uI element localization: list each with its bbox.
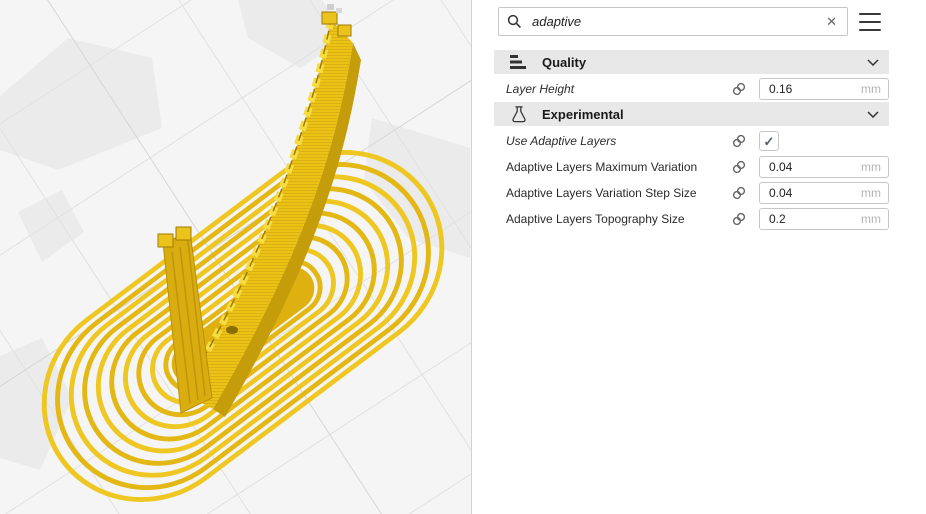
search-row: ✕ bbox=[498, 7, 889, 36]
experimental-flask-icon bbox=[512, 105, 526, 122]
unit-label: mm bbox=[861, 82, 881, 96]
layer-height-input[interactable] bbox=[767, 81, 857, 97]
category-experimental[interactable]: Experimental bbox=[494, 102, 889, 126]
link-icon[interactable] bbox=[732, 82, 746, 96]
use-adaptive-layers-field: ✓ bbox=[759, 131, 889, 151]
setting-row-adaptive-step-size: Adaptive Layers Variation Step Size mm bbox=[494, 180, 889, 206]
adaptive-max-variation-input[interactable] bbox=[767, 159, 857, 175]
setting-row-use-adaptive-layers: Use Adaptive Layers ✓ bbox=[494, 128, 889, 154]
adaptive-max-variation-field: mm bbox=[759, 156, 889, 178]
setting-row-layer-height: Layer Height mm bbox=[494, 76, 889, 102]
link-icon[interactable] bbox=[732, 212, 746, 226]
category-quality-label: Quality bbox=[542, 54, 587, 70]
unit-label: mm bbox=[861, 186, 881, 200]
adaptive-step-size-field: mm bbox=[759, 182, 889, 204]
buildplate-scene bbox=[0, 0, 471, 514]
unit-label: mm bbox=[861, 160, 881, 174]
setting-row-adaptive-topography-size: Adaptive Layers Topography Size mm bbox=[494, 206, 889, 232]
setting-row-adaptive-max-variation: Adaptive Layers Maximum Variation mm bbox=[494, 154, 889, 180]
adaptive-topography-size-label: Adaptive Layers Topography Size bbox=[506, 212, 685, 226]
category-quality[interactable]: Quality bbox=[494, 50, 889, 74]
adaptive-max-variation-label: Adaptive Layers Maximum Variation bbox=[506, 160, 698, 174]
chevron-down-icon bbox=[867, 110, 879, 118]
adaptive-step-size-label: Adaptive Layers Variation Step Size bbox=[506, 186, 697, 200]
category-experimental-label: Experimental bbox=[542, 106, 624, 122]
link-icon[interactable] bbox=[732, 134, 746, 148]
adaptive-step-size-input[interactable] bbox=[767, 185, 857, 201]
check-icon: ✓ bbox=[763, 133, 775, 149]
viewport-3d[interactable] bbox=[0, 0, 471, 514]
cura-window: ✕ Quality Layer Height bbox=[0, 0, 926, 514]
link-icon[interactable] bbox=[732, 186, 746, 200]
adaptive-topography-size-input[interactable] bbox=[767, 211, 857, 227]
search-input[interactable] bbox=[530, 13, 825, 30]
use-adaptive-layers-label: Use Adaptive Layers bbox=[506, 134, 617, 148]
layer-height-label: Layer Height bbox=[506, 82, 575, 96]
use-adaptive-layers-checkbox[interactable]: ✓ bbox=[759, 131, 779, 151]
menu-icon[interactable] bbox=[859, 12, 881, 31]
chevron-down-icon bbox=[867, 58, 879, 66]
search-box[interactable]: ✕ bbox=[498, 7, 848, 36]
clear-search-icon[interactable]: ✕ bbox=[824, 15, 839, 28]
print-settings-panel: ✕ Quality Layer Height bbox=[471, 0, 926, 514]
layer-height-field: mm bbox=[759, 78, 889, 100]
link-icon[interactable] bbox=[732, 160, 746, 174]
layer-height-icon bbox=[510, 54, 526, 69]
unit-label: mm bbox=[861, 212, 881, 226]
adaptive-topography-size-field: mm bbox=[759, 208, 889, 230]
search-icon bbox=[507, 14, 521, 28]
